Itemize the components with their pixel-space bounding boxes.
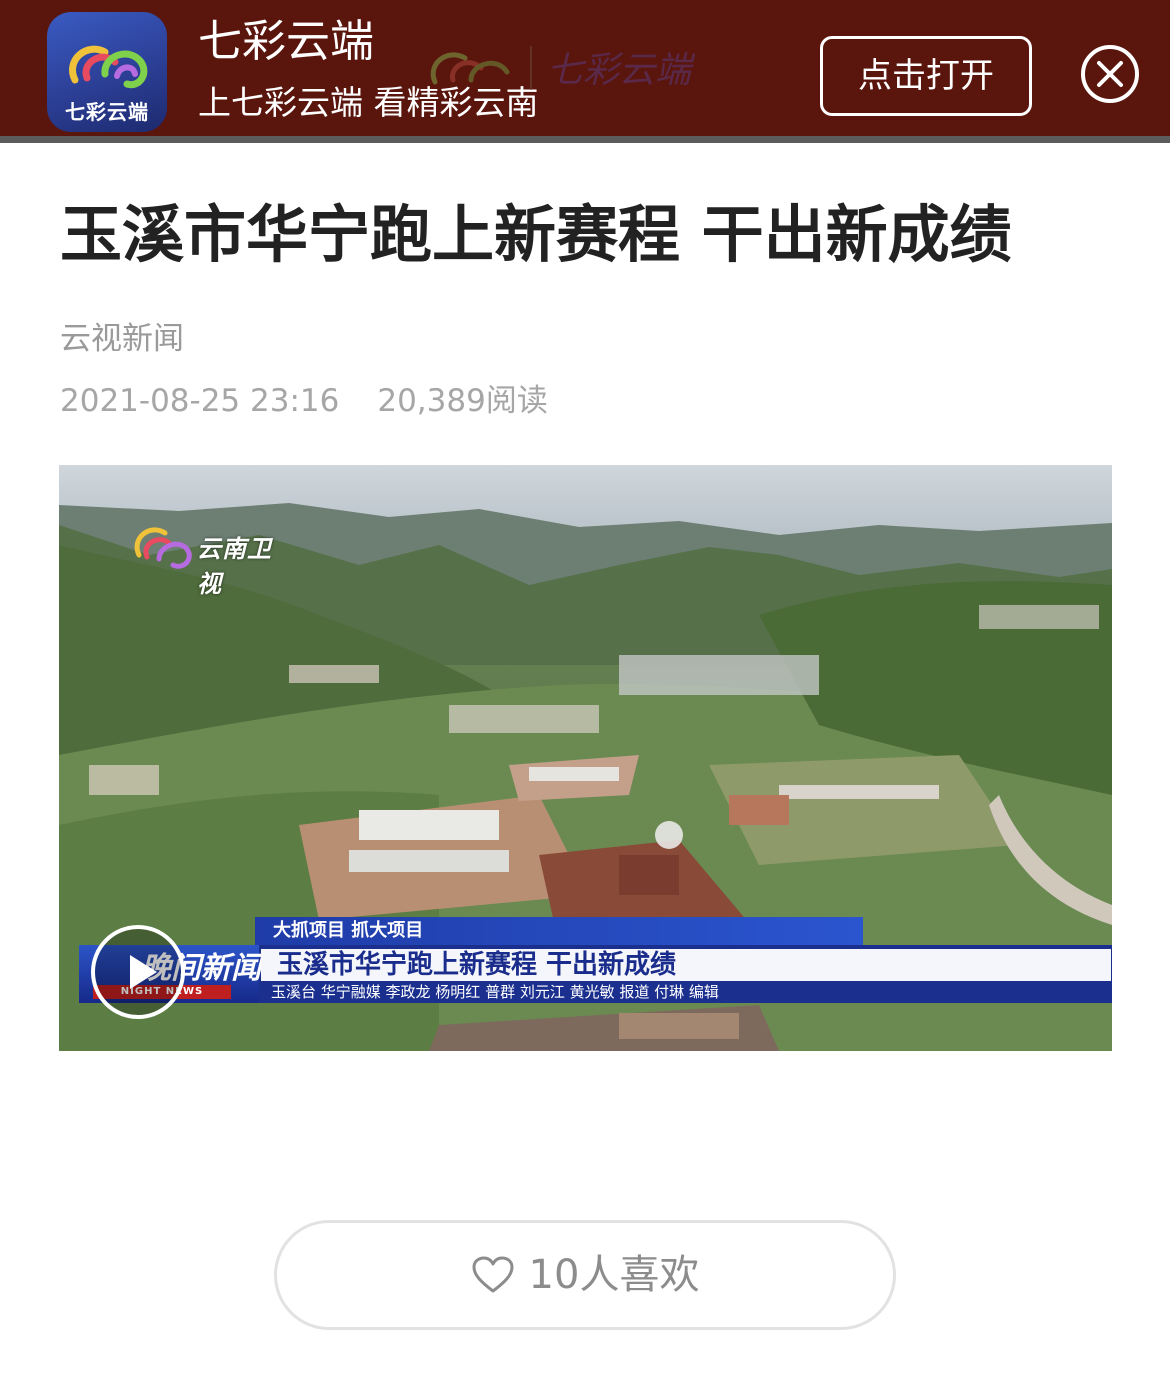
open-app-button[interactable]: 点击打开 xyxy=(820,36,1032,116)
read-count: 20,389阅读 xyxy=(377,383,548,419)
news-credits: 玉溪台 华宁融媒 李政龙 杨明红 普群 刘元江 黄光敏 报道 付琳 编辑 xyxy=(271,983,719,1001)
publish-datetime: 2021-08-25 23:16 xyxy=(60,383,340,419)
news-lower-third: 晚间新闻 NIGHT NEWS 玉溪市华宁跑上新赛程 干出新成绩 玉溪台 华宁融… xyxy=(79,945,1112,1003)
article-title: 玉溪市华宁跑上新赛程 干出新成绩 xyxy=(60,198,1012,271)
like-count-label: 10人喜欢 xyxy=(528,1252,700,1298)
like-button[interactable]: 10人喜欢 xyxy=(274,1220,896,1330)
app-logo-label: 七彩云端 xyxy=(65,100,149,124)
swirl-logo-icon xyxy=(134,527,192,569)
app-download-banner: 七彩云端 七彩云端 上七彩云端 看精彩云南 七彩云端 点击打开 xyxy=(0,0,1170,143)
video-player[interactable]: 云南卫视 大抓项目 抓大项目 晚间新闻 NIGHT NEWS 玉溪市华宁跑上新赛… xyxy=(59,465,1112,1051)
channel-logo-label: 云南卫视 xyxy=(197,535,272,598)
watermark-text: 七彩云端 xyxy=(547,50,696,91)
watermark-logo-icon: 七彩云端 xyxy=(430,46,696,91)
like-content: 10人喜欢 xyxy=(277,1223,893,1327)
app-name: 七彩云端 xyxy=(198,16,374,67)
play-button[interactable] xyxy=(91,925,185,1019)
news-tag-line: 大抓项目 抓大项目 xyxy=(255,917,863,945)
article-source[interactable]: 云视新闻 xyxy=(60,318,184,360)
channel-logo: 云南卫视 xyxy=(125,515,295,598)
close-banner-button[interactable] xyxy=(1080,44,1140,104)
article-meta: 2021-08-25 23:16 20,389阅读 xyxy=(60,380,548,422)
play-icon xyxy=(130,955,157,989)
heart-icon xyxy=(472,1256,514,1293)
close-circle-icon xyxy=(1081,45,1139,103)
app-logo[interactable]: 七彩云端 xyxy=(47,12,167,132)
news-headline: 玉溪市华宁跑上新赛程 干出新成绩 xyxy=(261,949,1111,981)
